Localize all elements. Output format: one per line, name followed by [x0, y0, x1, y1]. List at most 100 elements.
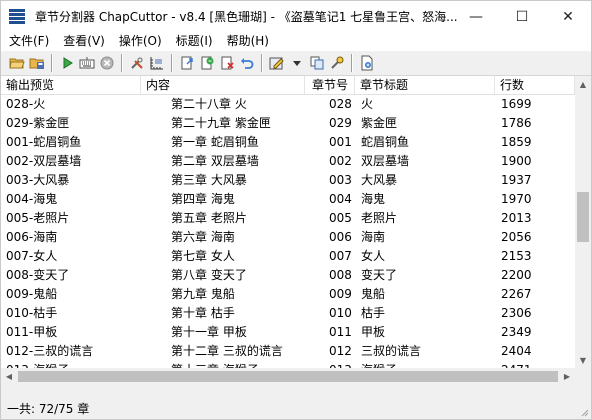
column-header-chapter-title[interactable]: 章节标题 — [355, 76, 495, 94]
cell-chapter-title: 大风暴 — [361, 173, 398, 187]
keyboard-icon[interactable] — [78, 54, 96, 72]
save-folder-icon[interactable] — [28, 54, 46, 72]
toolbar-separator — [171, 54, 173, 72]
cell-chapter-title: 鬼船 — [361, 287, 386, 301]
settings-icon[interactable] — [328, 54, 346, 72]
delete-icon[interactable] — [218, 54, 236, 72]
cell-chapter-number: 003 — [329, 173, 352, 187]
table-row[interactable]: 004-海鬼 第四章 海鬼 004 海鬼 1970 — [1, 190, 575, 209]
cell-content: 第八章 变天了 — [171, 268, 247, 282]
scroll-right-icon[interactable]: ▶ — [559, 368, 575, 385]
cell-chapter-title: 女人 — [361, 249, 386, 263]
app-icon — [9, 8, 25, 25]
cell-line-count: 2200 — [501, 268, 532, 282]
cell-content: 第七章 女人 — [171, 249, 235, 263]
cell-preview: 010-枯手 — [6, 306, 58, 320]
cell-preview: 009-鬼船 — [6, 287, 58, 301]
open-folder-icon[interactable] — [8, 54, 26, 72]
table-row[interactable]: 011-甲板 第十一章 甲板 011 甲板 2349 — [1, 323, 575, 342]
scroll-corner — [575, 368, 591, 385]
cell-line-count: 2404 — [501, 344, 532, 358]
page-icon[interactable] — [358, 54, 376, 72]
status-bar: 一共: 72/75 章 — [1, 399, 591, 419]
menu-help[interactable]: 帮助(H) — [220, 32, 276, 51]
column-header-preview[interactable]: 输出预览 — [1, 76, 141, 94]
menu-file[interactable]: 文件(F) — [1, 32, 56, 51]
ruler-icon[interactable] — [148, 54, 166, 72]
title-bar[interactable]: 章节分割器 ChapCuttor - v8.4 [黑色珊瑚] - 《盗墓笔记1 … — [1, 1, 591, 32]
cell-line-count: 2306 — [501, 306, 532, 320]
cell-line-count: 1786 — [501, 116, 532, 130]
cell-preview: 008-变天了 — [6, 268, 70, 282]
cell-content: 第四章 海鬼 — [171, 192, 235, 206]
vertical-scroll-thumb[interactable] — [577, 192, 589, 242]
minimize-button[interactable]: — — [453, 1, 499, 32]
scroll-down-icon[interactable]: ▼ — [575, 352, 591, 368]
cell-preview: 003-大风暴 — [6, 173, 70, 187]
cell-chapter-number: 011 — [329, 325, 352, 339]
menu-view[interactable]: 查看(V) — [56, 32, 112, 51]
cell-content: 第十章 枯手 — [171, 306, 235, 320]
tools-icon[interactable] — [128, 54, 146, 72]
scroll-left-icon[interactable]: ◀ — [1, 368, 17, 385]
cell-line-count: 2013 — [501, 211, 532, 225]
table-row[interactable]: 005-老照片 第五章 老照片 005 老照片 2013 — [1, 209, 575, 228]
edit-icon[interactable] — [268, 54, 286, 72]
table-row[interactable]: 007-女人 第七章 女人 007 女人 2153 — [1, 247, 575, 266]
cell-chapter-number: 004 — [329, 192, 352, 206]
undo-icon[interactable] — [238, 54, 256, 72]
table-row[interactable]: 003-大风暴 第三章 大风暴 003 大风暴 1937 — [1, 171, 575, 190]
table-row[interactable]: 010-枯手 第十章 枯手 010 枯手 2306 — [1, 304, 575, 323]
table-row[interactable]: 002-双层墓墙 第二章 双层墓墙 002 双层墓墙 1900 — [1, 152, 575, 171]
cell-chapter-number: 009 — [329, 287, 352, 301]
table-row[interactable]: 001-蛇眉铜鱼 第一章 蛇眉铜鱼 001 蛇眉铜鱼 1859 — [1, 133, 575, 152]
resize-grip-icon[interactable] — [579, 407, 589, 417]
cell-chapter-title: 变天了 — [361, 268, 398, 282]
cell-chapter-title: 海鬼 — [361, 192, 386, 206]
cell-preview: 028-火 — [6, 97, 46, 111]
cell-chapter-title: 双层墓墙 — [361, 154, 410, 168]
table-row[interactable]: 006-海南 第六章 海南 006 海南 2056 — [1, 228, 575, 247]
table-header: 输出预览 内容 章节号 章节标题 行数 — [1, 76, 575, 95]
column-header-line-count[interactable]: 行数 — [495, 76, 575, 94]
chapter-table[interactable]: 输出预览 内容 章节号 章节标题 行数 028-火 第二十八章 火 028 火 1699… — [1, 75, 591, 385]
table-row[interactable]: 012-三叔的谎言 第十二章 三叔的谎言 012 三叔的谎言 2404 — [1, 342, 575, 361]
table-row[interactable]: 029-紫金匣 第二十九章 紫金匣 029 紫金匣 1786 — [1, 114, 575, 133]
cell-line-count: 1937 — [501, 173, 532, 187]
maximize-button[interactable]: ☐ — [499, 1, 545, 32]
cell-chapter-title: 枯手 — [361, 306, 386, 320]
scroll-up-icon[interactable]: ▲ — [575, 76, 591, 92]
stop-icon[interactable] — [98, 54, 116, 72]
cell-line-count: 1699 — [501, 97, 532, 111]
cell-chapter-number: 010 — [329, 306, 352, 320]
horizontal-scroll-thumb[interactable] — [18, 371, 558, 382]
export-icon[interactable] — [178, 54, 196, 72]
menu-title[interactable]: 标题(I) — [169, 32, 220, 51]
table-row[interactable]: 028-火 第二十八章 火 028 火 1699 — [1, 95, 575, 114]
table-row[interactable]: 008-变天了 第八章 变天了 008 变天了 2200 — [1, 266, 575, 285]
dropdown-icon[interactable] — [288, 54, 306, 72]
cell-chapter-number: 007 — [329, 249, 352, 263]
run-icon[interactable] — [58, 54, 76, 72]
close-button[interactable]: ✕ — [545, 1, 591, 32]
table-body: 028-火 第二十八章 火 028 火 1699 029-紫金匣 第二十九章 紫金匣 029 紫… — [1, 95, 575, 385]
cell-chapter-title: 甲板 — [361, 325, 386, 339]
cell-preview: 001-蛇眉铜鱼 — [6, 135, 82, 149]
menu-bar: 文件(F) 查看(V) 操作(O) 标题(I) 帮助(H) — [1, 32, 591, 51]
cell-chapter-title: 三叔的谎言 — [361, 344, 422, 358]
copy-icon[interactable] — [308, 54, 326, 72]
horizontal-scrollbar[interactable]: ◀ ▶ — [1, 368, 575, 385]
cell-content: 第十二章 三叔的谎言 — [171, 344, 283, 358]
column-header-chapter-number[interactable]: 章节号 — [305, 76, 355, 94]
status-text: 一共: 72/75 章 — [7, 402, 90, 416]
cell-preview: 004-海鬼 — [6, 192, 58, 206]
cell-content: 第九章 鬼船 — [171, 287, 235, 301]
menu-operation[interactable]: 操作(O) — [112, 32, 169, 51]
toolbar-separator — [351, 54, 353, 72]
vertical-scrollbar[interactable]: ▲ ▼ — [575, 76, 591, 368]
cell-line-count: 2153 — [501, 249, 532, 263]
export-green-icon[interactable] — [198, 54, 216, 72]
column-header-content[interactable]: 内容 — [141, 76, 305, 94]
table-row[interactable]: 009-鬼船 第九章 鬼船 009 鬼船 2267 — [1, 285, 575, 304]
cell-content: 第五章 老照片 — [171, 211, 247, 225]
